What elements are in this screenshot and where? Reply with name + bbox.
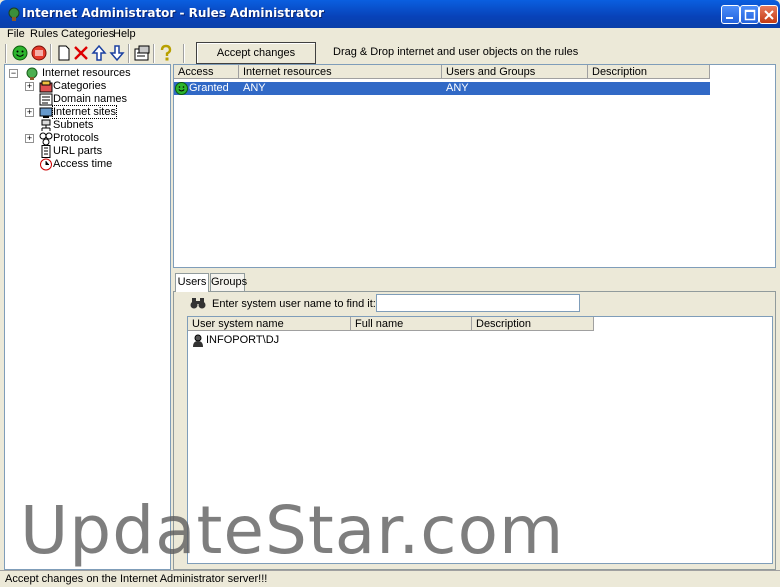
tree-item-categories[interactable]: + Categories [25, 80, 165, 93]
status-bar: Accept changes on the Internet Administr… [0, 570, 780, 587]
binoculars-icon [190, 298, 206, 309]
window-title: Internet Administrator - Rules Administr… [22, 6, 324, 20]
domain-names-icon [39, 93, 53, 106]
column-header-access[interactable]: Access [174, 65, 239, 79]
column-header-internet-resources[interactable]: Internet resources [239, 65, 442, 79]
column-header-full-name[interactable]: Full name [351, 317, 472, 331]
accept-changes-button[interactable]: Accept changes [196, 42, 316, 64]
categories-icon [39, 80, 53, 93]
expand-toggle[interactable]: + [25, 82, 34, 91]
expand-toggle[interactable]: + [25, 108, 34, 117]
minimize-button[interactable] [721, 5, 740, 24]
tree-item-domain-names[interactable]: Domain names [25, 93, 165, 106]
tab-users[interactable]: Users [175, 273, 209, 292]
granted-icon [175, 82, 188, 95]
rule-users: ANY [446, 82, 469, 94]
tab-groups[interactable]: Groups [210, 273, 247, 291]
maximize-button[interactable] [740, 5, 759, 24]
url-parts-icon [41, 145, 51, 158]
allow-icon[interactable] [11, 44, 29, 62]
clock-icon [40, 158, 52, 171]
tree-item-subnets[interactable]: Subnets [25, 119, 165, 132]
users-groups-panel: Users Groups Enter system user name to f… [173, 273, 776, 570]
help-icon[interactable] [157, 44, 175, 62]
tree-item-label: Domain names [53, 93, 127, 105]
tree-root-label: Internet resources [42, 67, 131, 79]
title-bar[interactable]: Internet Administrator - Rules Administr… [0, 0, 780, 28]
tree-item-label: Access time [53, 158, 113, 170]
rule-access: Granted [189, 82, 229, 94]
menu-help[interactable]: Help [113, 28, 136, 40]
new-icon[interactable] [55, 44, 73, 62]
app-icon [8, 7, 20, 21]
collapse-toggle[interactable]: − [9, 69, 18, 78]
table-row[interactable]: Granted ANY ANY [174, 82, 710, 95]
user-icon [193, 334, 203, 347]
tree-item-internet-sites[interactable]: + Internet sites [25, 105, 165, 119]
menu-bar: File Rules Categories Help [0, 28, 780, 42]
find-user-input[interactable] [376, 294, 580, 312]
user-system-name: INFOPORT\DJ [206, 334, 280, 346]
menu-file[interactable]: File [7, 28, 25, 40]
menu-categories[interactable]: Categories [61, 28, 114, 40]
tree-item-label: Categories [53, 80, 107, 92]
resource-tree[interactable]: − Internet resources + Categories Domain… [4, 64, 171, 570]
delete-icon[interactable] [72, 44, 90, 62]
toolbar-separator [153, 44, 155, 63]
tree-item-label: URL parts [53, 145, 103, 157]
drag-drop-hint: Drag & Drop internet and user objects on… [333, 46, 579, 58]
tree-root[interactable]: − Internet resources [9, 67, 169, 80]
toolbar-separator [183, 44, 185, 63]
subnets-icon [41, 119, 51, 131]
move-up-icon[interactable] [90, 44, 108, 62]
move-down-icon[interactable] [108, 44, 126, 62]
deny-icon[interactable] [30, 44, 48, 62]
menu-rules[interactable]: Rules [30, 28, 58, 40]
properties-icon[interactable] [133, 44, 151, 62]
rules-list[interactable]: Access Internet resources Users and Grou… [173, 64, 776, 268]
column-header-description[interactable]: Description [588, 65, 710, 79]
tree-item-label: Internet sites [52, 105, 117, 119]
column-header-users-groups[interactable]: Users and Groups [442, 65, 588, 79]
find-user-label: Enter system user name to find it: [212, 298, 376, 310]
globe-icon [26, 67, 38, 80]
toolbar-separator [5, 44, 7, 63]
internet-sites-icon [39, 107, 53, 118]
users-list[interactable]: User system name Full name Description I… [187, 316, 773, 564]
column-header-user-system-name[interactable]: User system name [188, 317, 351, 331]
column-header-description[interactable]: Description [472, 317, 594, 331]
close-button[interactable] [759, 5, 778, 24]
tree-item-url-parts[interactable]: URL parts [25, 145, 165, 158]
tree-item-protocols[interactable]: + Protocols [25, 132, 165, 145]
toolbar-separator [128, 44, 130, 63]
tree-item-label: Protocols [53, 132, 99, 144]
close-icon [764, 10, 774, 20]
tree-item-label: Subnets [53, 119, 94, 131]
tree-item-access-time[interactable]: Access time [25, 158, 165, 171]
status-text: Accept changes on the Internet Administr… [5, 573, 268, 585]
toolbar: Accept changes Drag & Drop internet and … [0, 42, 780, 64]
expand-toggle[interactable]: + [25, 134, 34, 143]
maximize-icon [744, 9, 756, 21]
protocols-icon [39, 132, 53, 145]
tab-pane-users: Enter system user name to find it: User … [173, 291, 776, 570]
minimize-icon [726, 17, 733, 19]
toolbar-separator [50, 44, 52, 63]
rule-resources: ANY [243, 82, 266, 94]
